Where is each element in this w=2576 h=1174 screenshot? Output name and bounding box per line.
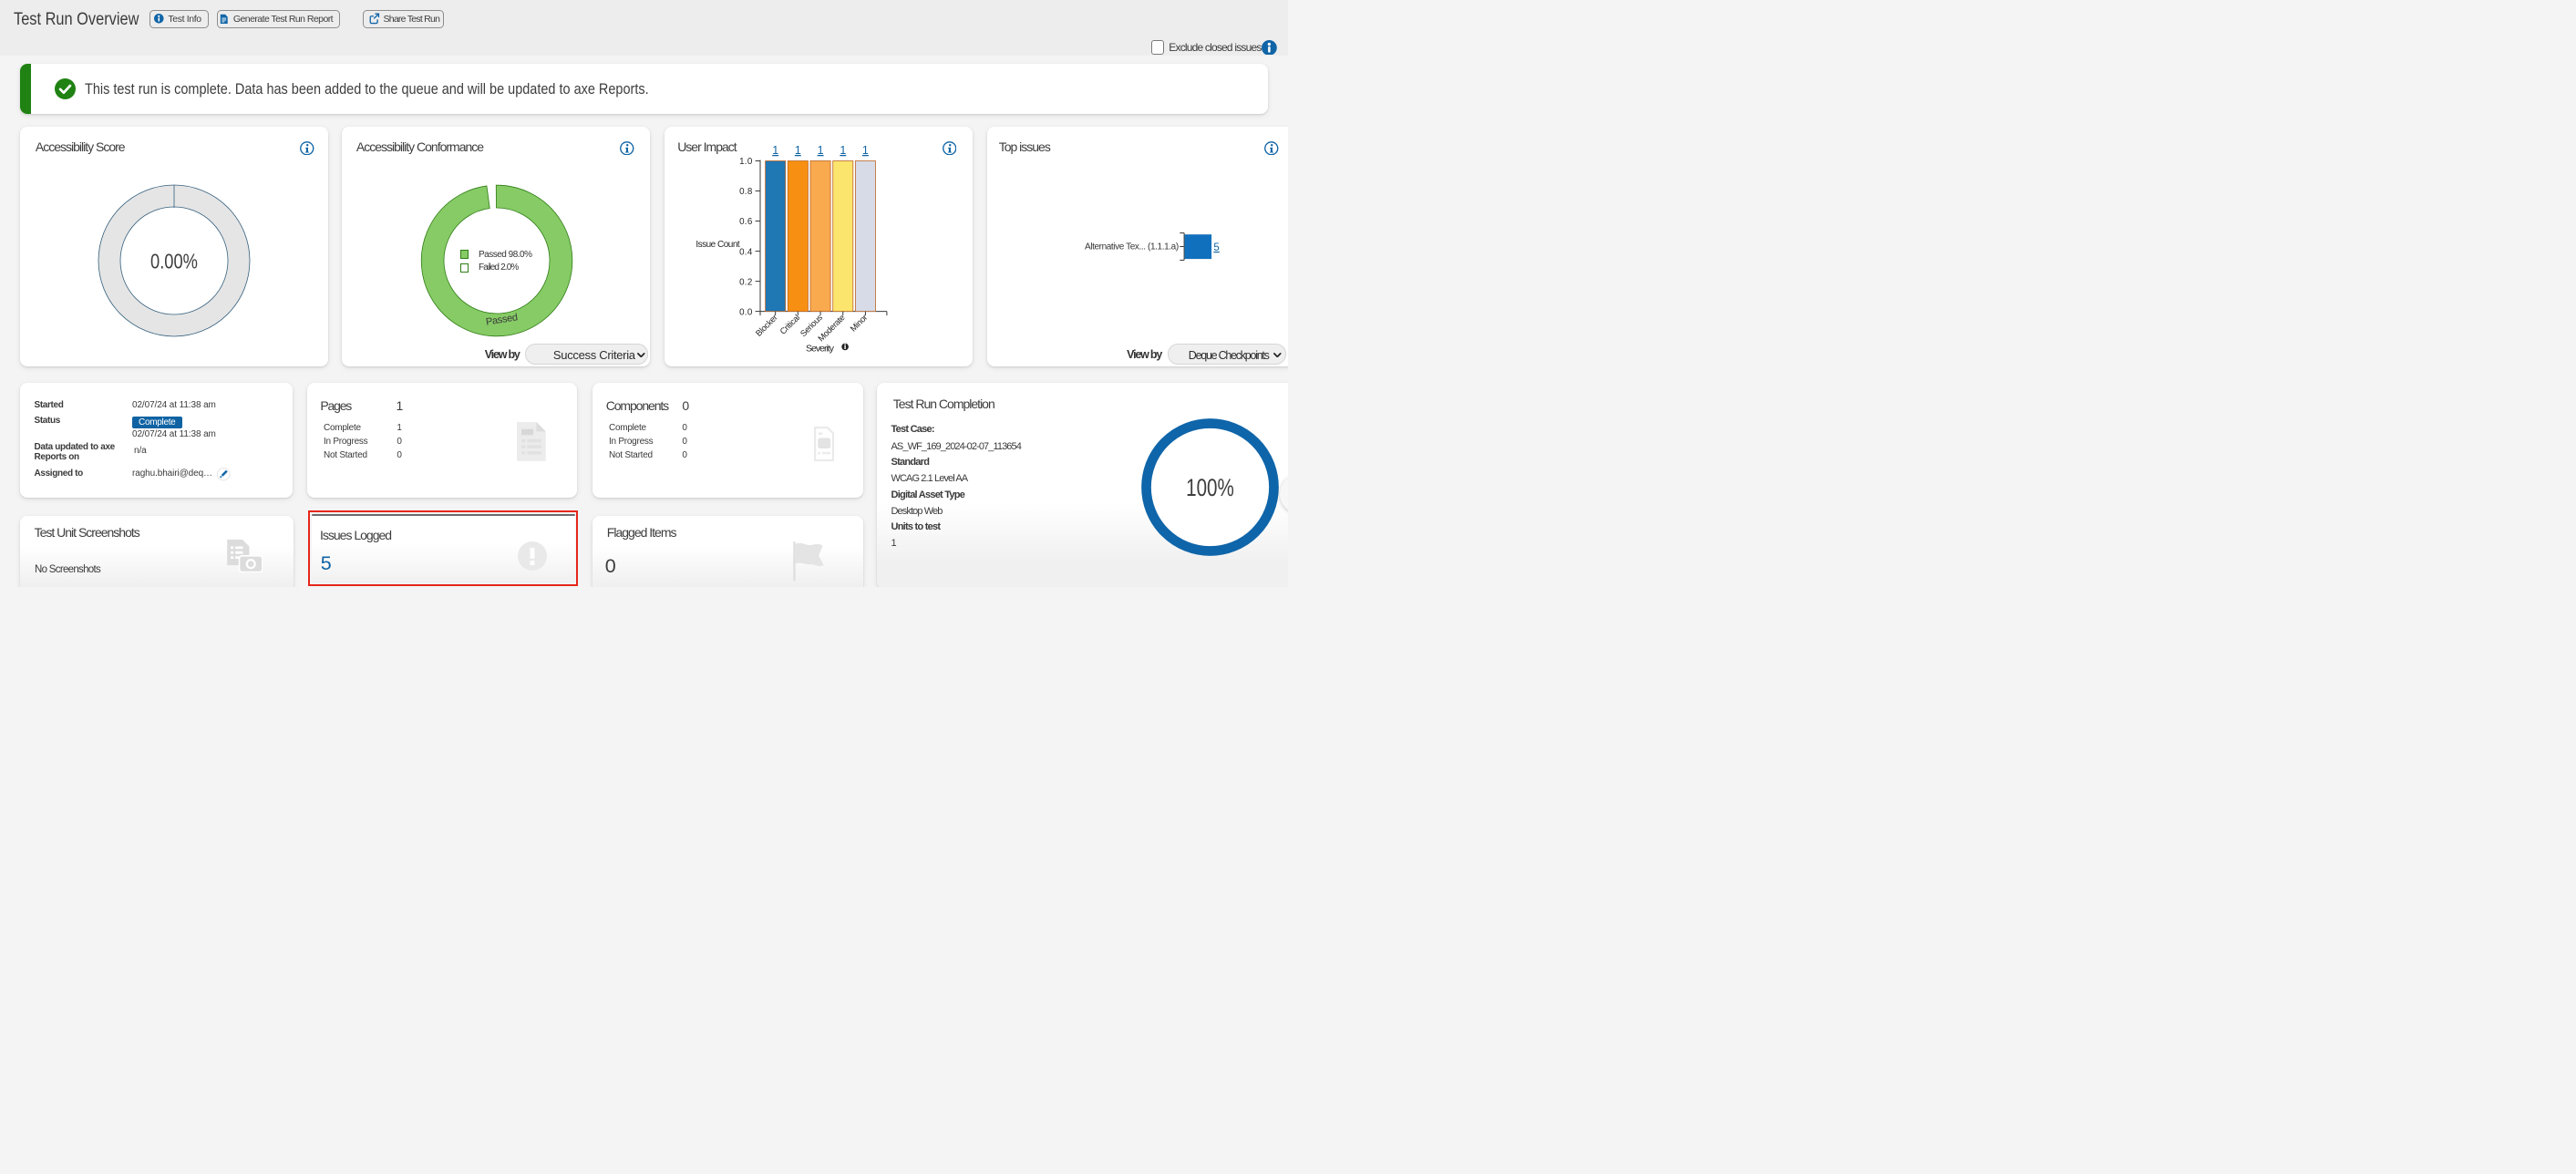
svg-text:0.4: 0.4 [739, 247, 753, 257]
svg-text:0.0: 0.0 [739, 307, 753, 317]
svg-text:Blocker: Blocker [754, 313, 779, 338]
svg-text:5: 5 [1213, 242, 1219, 253]
svg-text:0.2: 0.2 [739, 277, 753, 287]
svg-text:Issue Count: Issue Count [696, 240, 740, 250]
svg-text:Alternative Tex... (1.1.1.a): Alternative Tex... (1.1.1.a) [1084, 242, 1178, 252]
svg-text:1: 1 [818, 144, 824, 157]
svg-text:1: 1 [795, 144, 801, 157]
svg-text:1.0: 1.0 [739, 157, 753, 167]
svg-text:Minor: Minor [849, 313, 870, 334]
svg-text:1: 1 [840, 144, 846, 157]
svg-text:100%: 100% [1186, 474, 1234, 501]
svg-text:0.6: 0.6 [739, 217, 753, 227]
svg-text:Severity: Severity [806, 343, 835, 354]
svg-text:0.00%: 0.00% [150, 249, 198, 273]
svg-text:0.8: 0.8 [739, 187, 753, 197]
svg-text:1: 1 [772, 144, 778, 157]
svg-text:Critical: Critical [778, 313, 802, 336]
svg-text:1: 1 [862, 144, 869, 157]
